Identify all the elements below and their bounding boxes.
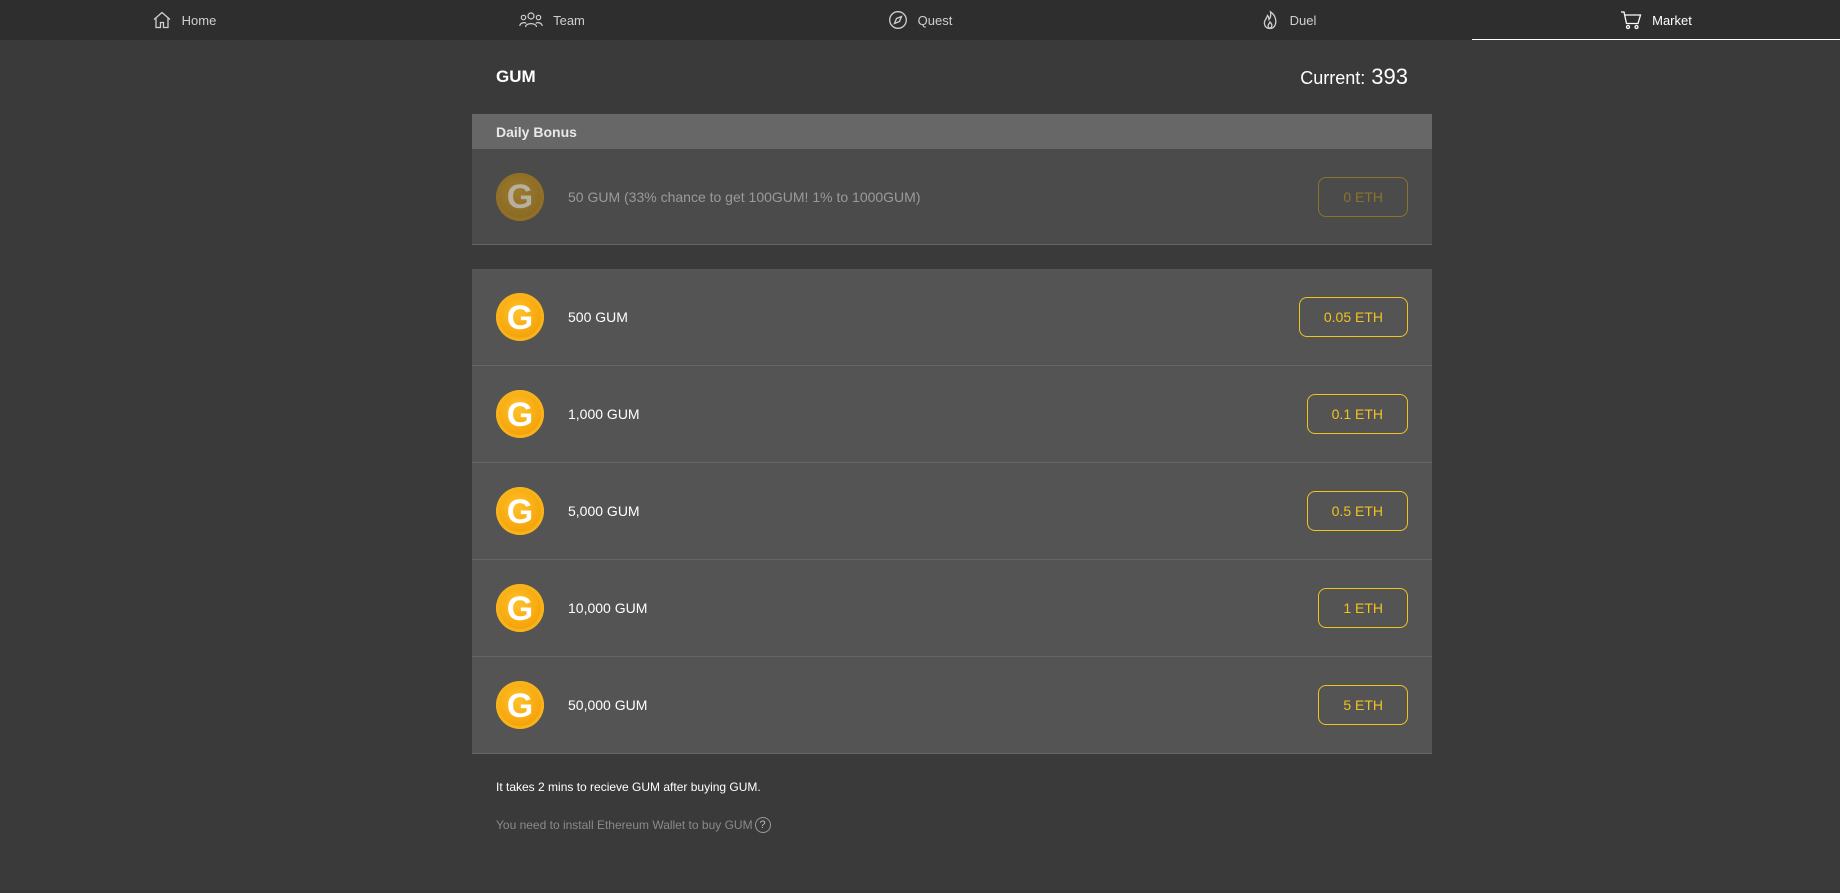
gum-coin-icon: G <box>496 172 544 221</box>
nav-label-market: Market <box>1652 12 1692 28</box>
top-nav: Home Team Quest Duel Market <box>0 0 1840 40</box>
nav-item-team[interactable]: Team <box>368 0 736 40</box>
buy-500-gum-button[interactable]: 0.05 ETH <box>1298 297 1408 337</box>
team-icon <box>519 10 543 30</box>
package-row: G 5,000 GUM 0.5 ETH <box>472 463 1432 560</box>
gum-packages-list: G 500 GUM 0.05 ETH G 1,000 GUM 0.1 ETH G… <box>472 269 1432 754</box>
package-label: 1,000 GUM <box>568 406 640 422</box>
wallet-note-text: You need to install Ethereum Wallet to b… <box>496 818 753 832</box>
nav-item-quest[interactable]: Quest <box>736 0 1104 40</box>
nav-item-duel[interactable]: Duel <box>1104 0 1472 40</box>
package-row: G 500 GUM 0.05 ETH <box>472 269 1432 366</box>
daily-bonus-section: Daily Bonus G 50 GUM (33% chance to get … <box>472 114 1432 245</box>
help-icon[interactable]: ? <box>754 817 771 833</box>
wallet-note: You need to install Ethereum Wallet to b… <box>496 817 1408 833</box>
gum-coin-icon: G <box>496 681 544 729</box>
package-label: 50,000 GUM <box>568 697 648 713</box>
compass-icon <box>888 10 908 30</box>
daily-bonus-label: 50 GUM (33% chance to get 100GUM! 1% to … <box>568 188 921 205</box>
nav-item-home[interactable]: Home <box>0 0 368 40</box>
current-label: Current: <box>1300 68 1366 88</box>
package-label: 5,000 GUM <box>568 503 640 519</box>
gum-coin-icon: G <box>496 584 544 632</box>
notes: It takes 2 mins to recieve GUM after buy… <box>472 780 1432 833</box>
buy-5000-gum-button[interactable]: 0.5 ETH <box>1306 491 1408 531</box>
package-row: G 50,000 GUM 5 ETH <box>472 657 1432 754</box>
delivery-note: It takes 2 mins to recieve GUM after buy… <box>496 780 761 794</box>
nav-label-team: Team <box>553 12 585 28</box>
daily-bonus-heading: Daily Bonus <box>472 114 1432 149</box>
nav-label-quest: Quest <box>917 12 953 28</box>
package-label: 500 GUM <box>568 309 628 325</box>
nav-label-duel: Duel <box>1289 12 1317 28</box>
cart-icon <box>1620 10 1642 30</box>
nav-label-home: Home <box>181 12 217 28</box>
market-content: GUM Current: 393 Daily Bonus G 50 GUM (3… <box>472 40 1432 833</box>
page-header: GUM Current: 393 <box>472 40 1432 114</box>
current-value: 393 <box>1371 64 1408 89</box>
page-title: GUM <box>496 67 536 86</box>
gum-coin-icon: G <box>496 293 544 341</box>
buy-50000-gum-button[interactable]: 5 ETH <box>1318 685 1408 725</box>
gum-coin-icon: G <box>496 390 544 438</box>
package-row: G 1,000 GUM 0.1 ETH <box>472 366 1432 463</box>
home-icon <box>152 10 172 30</box>
nav-item-market[interactable]: Market <box>1472 0 1840 40</box>
daily-bonus-row: G 50 GUM (33% chance to get 100GUM! 1% t… <box>472 149 1432 245</box>
flame-icon <box>1260 10 1280 30</box>
daily-bonus-price-button[interactable]: 0 ETH <box>1318 176 1408 217</box>
buy-1000-gum-button[interactable]: 0.1 ETH <box>1306 394 1408 434</box>
gum-coin-icon: G <box>496 487 544 535</box>
package-label: 10,000 GUM <box>568 600 648 616</box>
package-row: G 10,000 GUM 1 ETH <box>472 560 1432 657</box>
buy-10000-gum-button[interactable]: 1 ETH <box>1318 588 1408 628</box>
current-balance: Current: 393 <box>1300 64 1408 90</box>
